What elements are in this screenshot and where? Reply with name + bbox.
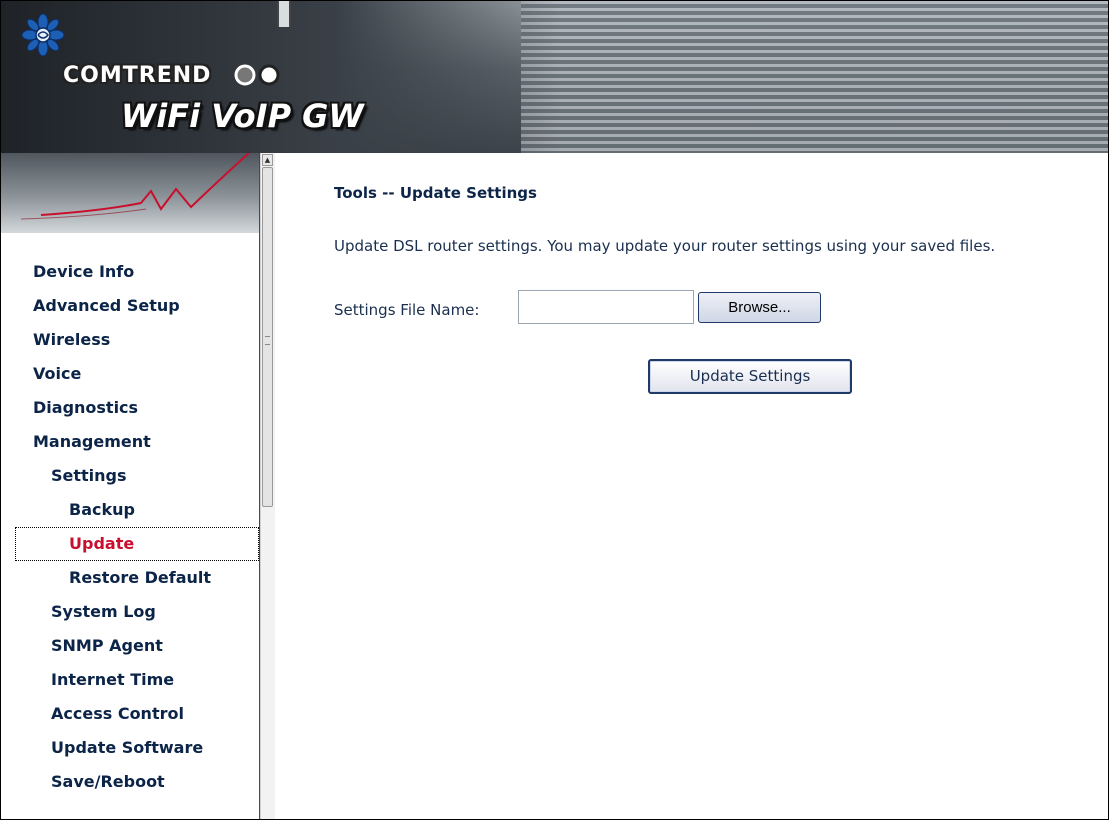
settings-file-label: Settings File Name:: [334, 301, 480, 319]
scroll-up-arrow-icon[interactable]: ▲: [262, 154, 273, 166]
brand-name: COMTREND: [63, 63, 212, 88]
nav-snmp-agent[interactable]: SNMP Agent: [1, 629, 259, 663]
nav-system-log[interactable]: System Log: [1, 595, 259, 629]
logo-flower-icon: [21, 13, 65, 57]
browse-button[interactable]: Browse...: [698, 292, 821, 323]
nav-diagnostics[interactable]: Diagnostics: [1, 391, 259, 425]
sidebar: Device Info Advanced Setup Wireless Voic…: [1, 153, 261, 819]
banner-pole: [277, 1, 291, 27]
nav-management[interactable]: Management: [1, 425, 259, 459]
nav-update[interactable]: Update: [15, 527, 259, 561]
router-window: COMTREND WiFi VoIP GW Device Info Advanc…: [0, 0, 1109, 820]
nav-voice[interactable]: Voice: [1, 357, 259, 391]
sidebar-nav: Device Info Advanced Setup Wireless Voic…: [1, 255, 259, 799]
nav-device-info[interactable]: Device Info: [1, 255, 259, 289]
nav-settings[interactable]: Settings: [1, 459, 259, 493]
nav-save-reboot[interactable]: Save/Reboot: [1, 765, 259, 799]
banner-stripes: [521, 1, 1108, 153]
update-settings-button[interactable]: Update Settings: [648, 359, 852, 394]
nav-restore-default[interactable]: Restore Default: [1, 561, 259, 595]
main-content: Tools -- Update Settings Update DSL rout…: [275, 153, 1108, 819]
nav-internet-time[interactable]: Internet Time: [1, 663, 259, 697]
brand-rings-icon: [234, 64, 280, 86]
nav-access-control[interactable]: Access Control: [1, 697, 259, 731]
nav-update-software[interactable]: Update Software: [1, 731, 259, 765]
sidebar-scrollbar[interactable]: ▲: [260, 153, 275, 819]
nav-wireless[interactable]: Wireless: [1, 323, 259, 357]
product-title: WiFi VoIP GW: [121, 97, 364, 135]
scroll-thumb[interactable]: [262, 167, 273, 507]
nav-advanced-setup[interactable]: Advanced Setup: [1, 289, 259, 323]
settings-file-input[interactable]: [518, 290, 694, 324]
nav-backup[interactable]: Backup: [1, 493, 259, 527]
page-description: Update DSL router settings. You may upda…: [334, 237, 996, 255]
scroll-grip: [265, 336, 270, 345]
sidebar-banner-art: [1, 153, 259, 233]
page-title: Tools -- Update Settings: [334, 184, 537, 202]
header-banner: COMTREND WiFi VoIP GW: [1, 1, 1108, 153]
